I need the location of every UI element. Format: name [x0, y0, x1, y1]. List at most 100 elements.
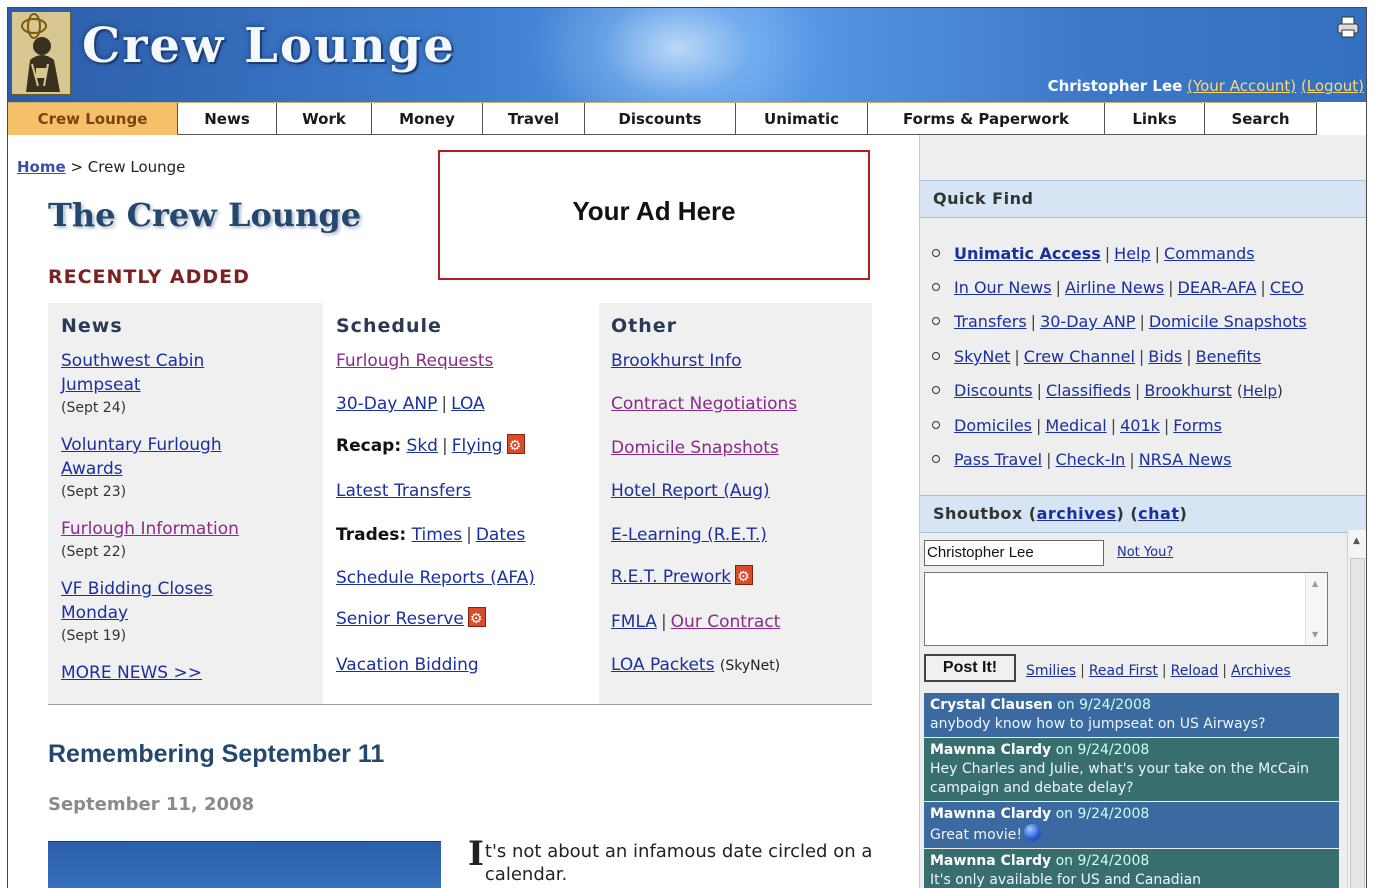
tab-work[interactable]: Work [277, 103, 372, 135]
shout-author[interactable]: Mawnna Clardy [930, 742, 1051, 758]
pdf-icon[interactable] [467, 607, 486, 631]
recap-skd-link[interactable]: Skd [407, 436, 438, 456]
hotel-report-link[interactable]: Hotel Report (Aug) [611, 481, 770, 501]
scroll-thumb[interactable] [1350, 558, 1365, 888]
news-item-link[interactable]: Furlough Information [61, 519, 239, 539]
discounts-quick-link[interactable]: Discounts [954, 381, 1033, 400]
fmla-link[interactable]: FMLA [611, 612, 657, 632]
tab-links[interactable]: Links [1105, 103, 1205, 135]
pdf-icon[interactable] [506, 434, 525, 458]
news-heading: News [61, 315, 123, 337]
ad-banner[interactable]: Your Ad Here [438, 150, 870, 280]
site-title[interactable]: Crew Lounge [82, 18, 456, 74]
brookhurst-quick-link[interactable]: Brookhurst [1144, 381, 1232, 400]
ceo-link[interactable]: CEO [1270, 278, 1304, 297]
anp-link[interactable]: 30-Day ANP [336, 394, 437, 414]
quick-find-row: Pass Travel | Check-In | NRSA News [932, 450, 1232, 469]
news-item-link[interactable]: VF Bidding Closes Monday [61, 579, 213, 623]
tab-crew-lounge[interactable]: Crew Lounge [8, 103, 178, 135]
brookhurst-info-link[interactable]: Brookhurst Info [611, 351, 742, 371]
message-scrollbar[interactable] [1305, 573, 1327, 645]
tab-search[interactable]: Search [1205, 103, 1317, 135]
401k-link[interactable]: 401k [1120, 416, 1160, 435]
forms-link[interactable]: Forms [1173, 416, 1222, 435]
reload-link[interactable]: Reload [1171, 663, 1219, 679]
separator: | [1134, 381, 1141, 400]
quick-find-row: Discounts | Classifieds | Brookhurst (Help) [932, 381, 1283, 400]
medical-link[interactable]: Medical [1045, 416, 1106, 435]
in-our-news-link[interactable]: In Our News [954, 278, 1052, 297]
breadcrumb-home-link[interactable]: Home [17, 158, 66, 176]
article-dropcap: I [468, 834, 484, 874]
dear-afa-link[interactable]: DEAR-AFA [1178, 278, 1257, 297]
loa-packets-link[interactable]: LOA Packets [611, 655, 714, 675]
tab-forms-paperwork[interactable]: Forms & Paperwork [868, 103, 1105, 135]
airline-news-link[interactable]: Airline News [1065, 278, 1164, 297]
nrsa-news-link[interactable]: NRSA News [1139, 450, 1232, 469]
shoutbox-message-input[interactable] [924, 572, 1328, 646]
skynet-link[interactable]: SkyNet [954, 347, 1010, 366]
anp-quick-link[interactable]: 30-Day ANP [1040, 312, 1135, 331]
article-title[interactable]: Remembering September 11 [48, 740, 384, 769]
our-contract-link[interactable]: Our Contract [671, 612, 781, 632]
check-in-link[interactable]: Check-In [1055, 450, 1125, 469]
your-account-link[interactable]: (Your Account) [1187, 77, 1296, 95]
classifieds-link[interactable]: Classifieds [1046, 381, 1131, 400]
news-item-link[interactable]: Voluntary Furlough Awards [61, 435, 222, 479]
more-news-link[interactable]: MORE NEWS >> [61, 663, 202, 683]
elearning-link[interactable]: E-Learning (R.E.T.) [611, 525, 767, 545]
senior-reserve-link[interactable]: Senior Reserve [336, 609, 464, 629]
loa-link[interactable]: LOA [451, 394, 485, 414]
pdf-icon[interactable] [735, 565, 754, 589]
scroll-up-icon[interactable]: ▲ [1353, 536, 1360, 546]
crew-lounge-logo[interactable] [11, 11, 71, 95]
post-it-button[interactable]: Post It! [924, 654, 1016, 682]
printer-icon[interactable] [1336, 16, 1360, 38]
not-you-link[interactable]: Not You? [1117, 545, 1173, 560]
tab-money[interactable]: Money [372, 103, 483, 135]
unimatic-access-link[interactable]: Unimatic Access [954, 244, 1101, 263]
shout-text: Great movie! [930, 827, 1023, 843]
shoutbox-archives-link[interactable]: archives [1037, 504, 1117, 523]
brookhurst-help-link[interactable]: Help [1243, 382, 1277, 400]
tab-discounts[interactable]: Discounts [585, 103, 736, 135]
recap-flying-link[interactable]: Flying [452, 436, 503, 456]
schedule-item: Schedule Reports (AFA) [336, 566, 535, 590]
shoutbox-name-input[interactable]: Christopher Lee [924, 540, 1104, 566]
shoutbox-chat-link[interactable]: chat [1138, 504, 1179, 523]
read-first-link[interactable]: Read First [1089, 663, 1158, 679]
shout-author[interactable]: Crystal Clausen [930, 697, 1053, 713]
shout-author[interactable]: Mawnna Clardy [930, 853, 1051, 869]
news-item-date: (Sept 24) [61, 400, 127, 416]
help-link[interactable]: Help [1114, 244, 1150, 263]
separator: | [1168, 278, 1174, 297]
latest-transfers-link[interactable]: Latest Transfers [336, 481, 471, 501]
transfers-link[interactable]: Transfers [954, 312, 1027, 331]
domicile-snapshots-quick-link[interactable]: Domicile Snapshots [1149, 312, 1307, 331]
shout-author[interactable]: Mawnna Clardy [930, 806, 1051, 822]
vacation-bidding-link[interactable]: Vacation Bidding [336, 655, 479, 675]
separator: | [1186, 347, 1192, 366]
news-item-link[interactable]: Southwest Cabin Jumpseat [61, 351, 204, 395]
smilies-link[interactable]: Smilies [1026, 663, 1076, 679]
logout-link[interactable]: (Logout) [1301, 77, 1364, 95]
trades-times-link[interactable]: Times [412, 525, 462, 545]
tab-travel[interactable]: Travel [483, 103, 585, 135]
pass-travel-link[interactable]: Pass Travel [954, 450, 1042, 469]
furlough-requests-link[interactable]: Furlough Requests [336, 351, 493, 371]
domiciles-link[interactable]: Domiciles [954, 416, 1032, 435]
schedule-reports-link[interactable]: Schedule Reports (AFA) [336, 568, 535, 588]
bids-link[interactable]: Bids [1148, 347, 1182, 366]
ret-prework-link[interactable]: R.E.T. Prework [611, 567, 731, 587]
contract-negotiations-link[interactable]: Contract Negotiations [611, 394, 797, 414]
shoutbox-scrollbar[interactable]: ▲ [1347, 530, 1366, 888]
crew-channel-link[interactable]: Crew Channel [1024, 347, 1135, 366]
trades-dates-link[interactable]: Dates [476, 525, 526, 545]
tab-news[interactable]: News [178, 103, 277, 135]
domicile-snapshots-link[interactable]: Domicile Snapshots [611, 438, 779, 458]
archives-link[interactable]: Archives [1231, 663, 1291, 679]
benefits-link[interactable]: Benefits [1196, 347, 1262, 366]
commands-link[interactable]: Commands [1164, 244, 1255, 263]
schedule-item: Latest Transfers [336, 479, 471, 503]
tab-unimatic[interactable]: Unimatic [736, 103, 868, 135]
